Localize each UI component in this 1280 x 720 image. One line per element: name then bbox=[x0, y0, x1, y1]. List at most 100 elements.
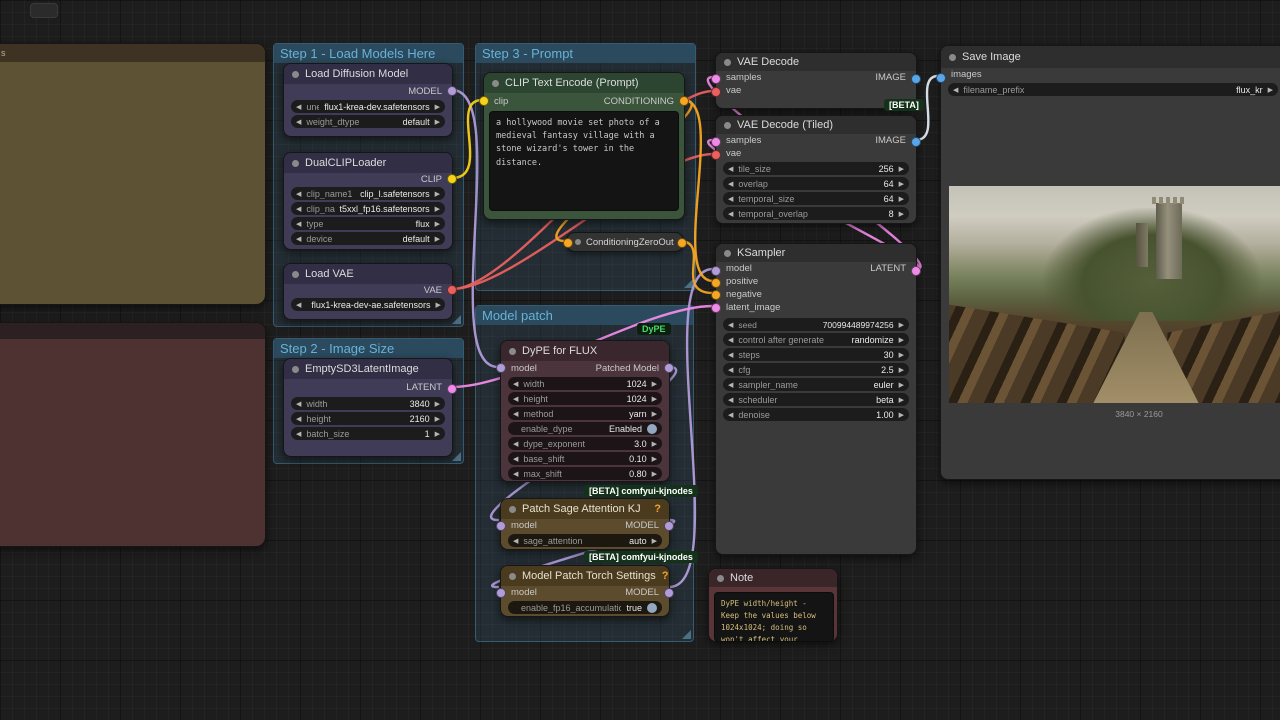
patched-model-output-slot[interactable] bbox=[664, 363, 674, 373]
increment-arrow[interactable]: ▶ bbox=[652, 470, 657, 478]
decrement-arrow[interactable]: ◀ bbox=[513, 440, 518, 448]
widget-sage-attention[interactable]: ◀sage_attentionauto▶ bbox=[508, 534, 662, 547]
increment-arrow[interactable]: ▶ bbox=[899, 396, 904, 404]
decrement-arrow[interactable]: ◀ bbox=[513, 410, 518, 418]
clip-output-slot[interactable] bbox=[447, 174, 457, 184]
widget-fp16-accumulation[interactable]: enable_fp16_accumulationtrue bbox=[508, 601, 662, 614]
node-ksampler[interactable]: KSampler model LATENT positive negative … bbox=[715, 243, 917, 555]
decrement-arrow[interactable]: ◀ bbox=[728, 351, 733, 359]
widget-overlap[interactable]: ◀overlap64▶ bbox=[723, 177, 909, 190]
widget-temporal-size[interactable]: ◀temporal_size64▶ bbox=[723, 192, 909, 205]
increment-arrow[interactable]: ▶ bbox=[652, 440, 657, 448]
collapse-dot[interactable] bbox=[575, 239, 581, 245]
vae-input-slot[interactable] bbox=[711, 87, 721, 97]
collapse-dot[interactable] bbox=[724, 59, 731, 66]
partial-note-node-olive[interactable]: s bbox=[0, 43, 266, 305]
conditioning-output-slot[interactable] bbox=[679, 96, 689, 106]
widget-unet-name[interactable]: ◀unet_...flux1-krea-dev.safetensors▶ bbox=[291, 100, 445, 113]
decrement-arrow[interactable]: ◀ bbox=[728, 366, 733, 374]
increment-arrow[interactable]: ▶ bbox=[435, 235, 440, 243]
decrement-arrow[interactable]: ◀ bbox=[728, 165, 733, 173]
collapse-dot[interactable] bbox=[292, 71, 299, 78]
vae-output-slot[interactable] bbox=[447, 285, 457, 295]
widget-weight-dtype[interactable]: ◀weight_dtypedefault▶ bbox=[291, 115, 445, 128]
node-empty-latent[interactable]: EmptySD3LatentImage LATENT ◀width3840▶ ◀… bbox=[283, 358, 453, 457]
increment-arrow[interactable]: ▶ bbox=[435, 301, 440, 309]
decrement-arrow[interactable]: ◀ bbox=[513, 395, 518, 403]
widget-dype-exponent[interactable]: ◀dype_exponent3.0▶ bbox=[508, 437, 662, 450]
widget-clip-name2[interactable]: ◀clip_nam ...t5xxl_fp16.safetensors▶ bbox=[291, 202, 445, 215]
widget-method[interactable]: ◀methodyarn▶ bbox=[508, 407, 662, 420]
increment-arrow[interactable]: ▶ bbox=[435, 430, 440, 438]
increment-arrow[interactable]: ▶ bbox=[899, 195, 904, 203]
toggle-knob[interactable] bbox=[647, 603, 657, 613]
increment-arrow[interactable]: ▶ bbox=[899, 321, 904, 329]
decrement-arrow[interactable]: ◀ bbox=[728, 411, 733, 419]
latent-image-input-slot[interactable] bbox=[711, 303, 721, 313]
clip-input-slot[interactable] bbox=[479, 96, 489, 106]
help-icon[interactable]: ? bbox=[662, 570, 669, 582]
model-input-slot[interactable] bbox=[711, 266, 721, 276]
increment-arrow[interactable]: ▶ bbox=[652, 537, 657, 545]
partial-collapsed-node[interactable] bbox=[30, 3, 58, 18]
collapse-dot[interactable] bbox=[292, 271, 299, 278]
widget-tile-size[interactable]: ◀tile_size256▶ bbox=[723, 162, 909, 175]
decrement-arrow[interactable]: ◀ bbox=[728, 210, 733, 218]
increment-arrow[interactable]: ▶ bbox=[899, 381, 904, 389]
decrement-arrow[interactable]: ◀ bbox=[728, 381, 733, 389]
latent-output-slot[interactable] bbox=[911, 266, 921, 276]
partial-note-node-maroon[interactable] bbox=[0, 322, 266, 547]
model-output-slot[interactable] bbox=[664, 588, 674, 598]
node-clip-text-encode[interactable]: CLIP Text Encode (Prompt) clip CONDITION… bbox=[483, 72, 685, 220]
latent-output-slot[interactable] bbox=[447, 384, 457, 394]
decrement-arrow[interactable]: ◀ bbox=[296, 205, 301, 213]
widget-base-shift[interactable]: ◀base_shift0.10▶ bbox=[508, 452, 662, 465]
increment-arrow[interactable]: ▶ bbox=[435, 190, 440, 198]
increment-arrow[interactable]: ▶ bbox=[899, 165, 904, 173]
collapse-dot[interactable] bbox=[949, 54, 956, 61]
model-input-slot[interactable] bbox=[496, 521, 506, 531]
increment-arrow[interactable]: ▶ bbox=[899, 351, 904, 359]
toggle-knob[interactable] bbox=[647, 424, 657, 434]
decrement-arrow[interactable]: ◀ bbox=[513, 470, 518, 478]
decrement-arrow[interactable]: ◀ bbox=[296, 400, 301, 408]
widget-batch-size[interactable]: ◀batch_size1▶ bbox=[291, 427, 445, 440]
collapse-dot[interactable] bbox=[492, 80, 499, 87]
node-conditioning-zero-out[interactable]: ConditioningZeroOut bbox=[566, 232, 684, 252]
widget-control-after-generate[interactable]: ◀control after generaterandomize▶ bbox=[723, 333, 909, 346]
decrement-arrow[interactable]: ◀ bbox=[953, 86, 958, 94]
note-textarea[interactable]: DyPE width/height - Keep the values belo… bbox=[714, 592, 834, 642]
widget-height[interactable]: ◀height1024▶ bbox=[508, 392, 662, 405]
node-patch-sage-attention[interactable]: Patch Sage Attention KJ? model MODEL ◀sa… bbox=[500, 498, 670, 550]
widget-seed[interactable]: ◀seed700994489974256▶ bbox=[723, 318, 909, 331]
collapse-dot[interactable] bbox=[509, 506, 516, 513]
increment-arrow[interactable]: ▶ bbox=[1268, 86, 1273, 94]
widget-steps[interactable]: ◀steps30▶ bbox=[723, 348, 909, 361]
collapse-dot[interactable] bbox=[717, 575, 724, 582]
widget-width[interactable]: ◀width1024▶ bbox=[508, 377, 662, 390]
increment-arrow[interactable]: ▶ bbox=[652, 455, 657, 463]
node-note[interactable]: Note DyPE width/height - Keep the values… bbox=[708, 568, 838, 642]
increment-arrow[interactable]: ▶ bbox=[435, 400, 440, 408]
prompt-textarea[interactable]: a hollywood movie set photo of a medieva… bbox=[489, 111, 679, 211]
widget-clip-name1[interactable]: ◀clip_name1clip_l.safetensors▶ bbox=[291, 187, 445, 200]
decrement-arrow[interactable]: ◀ bbox=[296, 430, 301, 438]
decrement-arrow[interactable]: ◀ bbox=[513, 537, 518, 545]
decrement-arrow[interactable]: ◀ bbox=[728, 321, 733, 329]
node-dualcliploader[interactable]: DualCLIPLoader CLIP ◀clip_name1clip_l.sa… bbox=[283, 152, 453, 250]
collapse-dot[interactable] bbox=[509, 573, 516, 580]
decrement-arrow[interactable]: ◀ bbox=[296, 301, 301, 309]
decrement-arrow[interactable]: ◀ bbox=[296, 118, 301, 126]
node-vae-decode-tiled[interactable]: VAE Decode (Tiled) samples IMAGE vae ◀ti… bbox=[715, 115, 917, 224]
vae-input-slot[interactable] bbox=[711, 150, 721, 160]
widget-width[interactable]: ◀width3840▶ bbox=[291, 397, 445, 410]
widget-temporal-overlap[interactable]: ◀temporal_overlap8▶ bbox=[723, 207, 909, 220]
model-output-slot[interactable] bbox=[447, 86, 457, 96]
widget-max-shift[interactable]: ◀max_shift0.80▶ bbox=[508, 467, 662, 480]
node-load-diffusion-model[interactable]: Load Diffusion Model MODEL ◀unet_...flux… bbox=[283, 63, 453, 137]
widget-cfg[interactable]: ◀cfg2.5▶ bbox=[723, 363, 909, 376]
model-output-slot[interactable] bbox=[664, 521, 674, 531]
collapse-dot[interactable] bbox=[724, 122, 731, 129]
decrement-arrow[interactable]: ◀ bbox=[296, 220, 301, 228]
increment-arrow[interactable]: ▶ bbox=[435, 415, 440, 423]
